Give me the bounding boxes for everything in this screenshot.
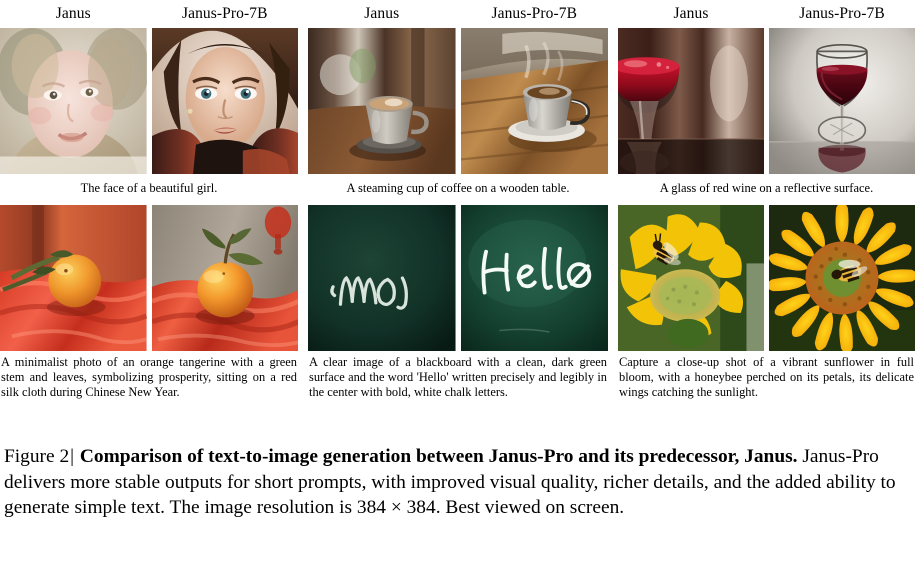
girl-face-janus-pro-art	[151, 28, 298, 174]
prompt-top-col1: The face of a beautiful girl.	[80, 181, 218, 195]
coffee-cup-janus-art	[308, 28, 456, 174]
header-janus-col1: Janus	[55, 5, 91, 22]
prompt-bottom-col2: A clear image of a blackboard with a cle…	[309, 355, 607, 400]
image-blackboard-hello-janus-pro-7b	[460, 205, 608, 351]
image-girl-face-janus	[0, 28, 147, 174]
image-sunflower-bee-janus-pro-7b	[769, 205, 915, 351]
blackboard-scribble-janus-art	[308, 205, 456, 351]
column-1-headers: Janus Janus-Pro-7B	[0, 0, 298, 28]
coffee-cup-janus-pro-art	[460, 28, 608, 174]
tangerine-red-silk-janus-art	[0, 205, 147, 351]
wine-glass-janus-art	[618, 28, 764, 174]
prompt-bottom-col1: A minimalist photo of an orange tangerin…	[1, 355, 297, 400]
image-sunflower-bee-janus	[618, 205, 764, 351]
image-tangerine-janus	[0, 205, 147, 351]
image-girl-face-janus-pro-7b	[151, 28, 298, 174]
comparison-column-2: Janus Janus-Pro-7B A steaming cup of cof…	[308, 0, 608, 400]
column-2-headers: Janus Janus-Pro-7B	[308, 0, 608, 28]
comparison-column-3: Janus Janus-Pro-7B A glass of red wine o…	[618, 0, 915, 400]
header-janus-pro-col3: Janus-Pro-7B	[799, 5, 885, 22]
caption-separator: |	[70, 446, 75, 467]
figure-2-container: Janus Janus-Pro-7B The face of a beautif…	[0, 0, 915, 564]
blackboard-hello-janus-pro-art	[460, 205, 608, 351]
image-wine-glass-janus	[618, 28, 764, 174]
comparison-column-1: Janus Janus-Pro-7B The face of a beautif…	[0, 0, 298, 400]
header-janus-pro-col2: Janus-Pro-7B	[491, 5, 578, 22]
caption-label: Figure 2	[4, 446, 70, 467]
column-1-top-image-pair	[0, 28, 298, 174]
image-blackboard-janus	[308, 205, 456, 351]
column-2-top-image-pair	[308, 28, 608, 174]
figure-caption: Figure 2| Comparison of text-to-image ge…	[4, 444, 911, 521]
column-3-bottom-image-pair	[618, 205, 915, 351]
sunflower-bee-janus-pro-art	[769, 205, 915, 351]
image-tangerine-janus-pro-7b	[151, 205, 298, 351]
image-coffee-cup-janus	[308, 28, 456, 174]
column-3-headers: Janus Janus-Pro-7B	[618, 0, 915, 28]
image-comparison-grid: Janus Janus-Pro-7B The face of a beautif…	[0, 0, 915, 400]
prompt-top-col3: A glass of red wine on a reflective surf…	[659, 181, 874, 195]
column-2-bottom-image-pair	[308, 205, 608, 351]
header-janus-col3: Janus	[673, 5, 709, 22]
tangerine-red-silk-janus-pro-art	[151, 205, 298, 351]
column-3-top-image-pair	[618, 28, 915, 174]
prompt-bottom-col3: Capture a close-up shot of a vibrant sun…	[619, 355, 914, 400]
sunflower-bee-janus-art	[618, 205, 764, 351]
girl-face-janus-art	[0, 28, 147, 174]
header-janus-col2: Janus	[364, 5, 400, 22]
image-wine-glass-janus-pro-7b	[769, 28, 915, 174]
header-janus-pro-col1: Janus-Pro-7B	[181, 5, 268, 22]
caption-bold-part: Comparison of text-to-image generation b…	[79, 446, 798, 467]
image-coffee-cup-janus-pro-7b	[460, 28, 608, 174]
prompt-top-col2: A steaming cup of coffee on a wooden tab…	[346, 181, 570, 195]
column-1-bottom-image-pair	[0, 205, 298, 351]
wine-glass-janus-pro-art	[769, 28, 915, 174]
